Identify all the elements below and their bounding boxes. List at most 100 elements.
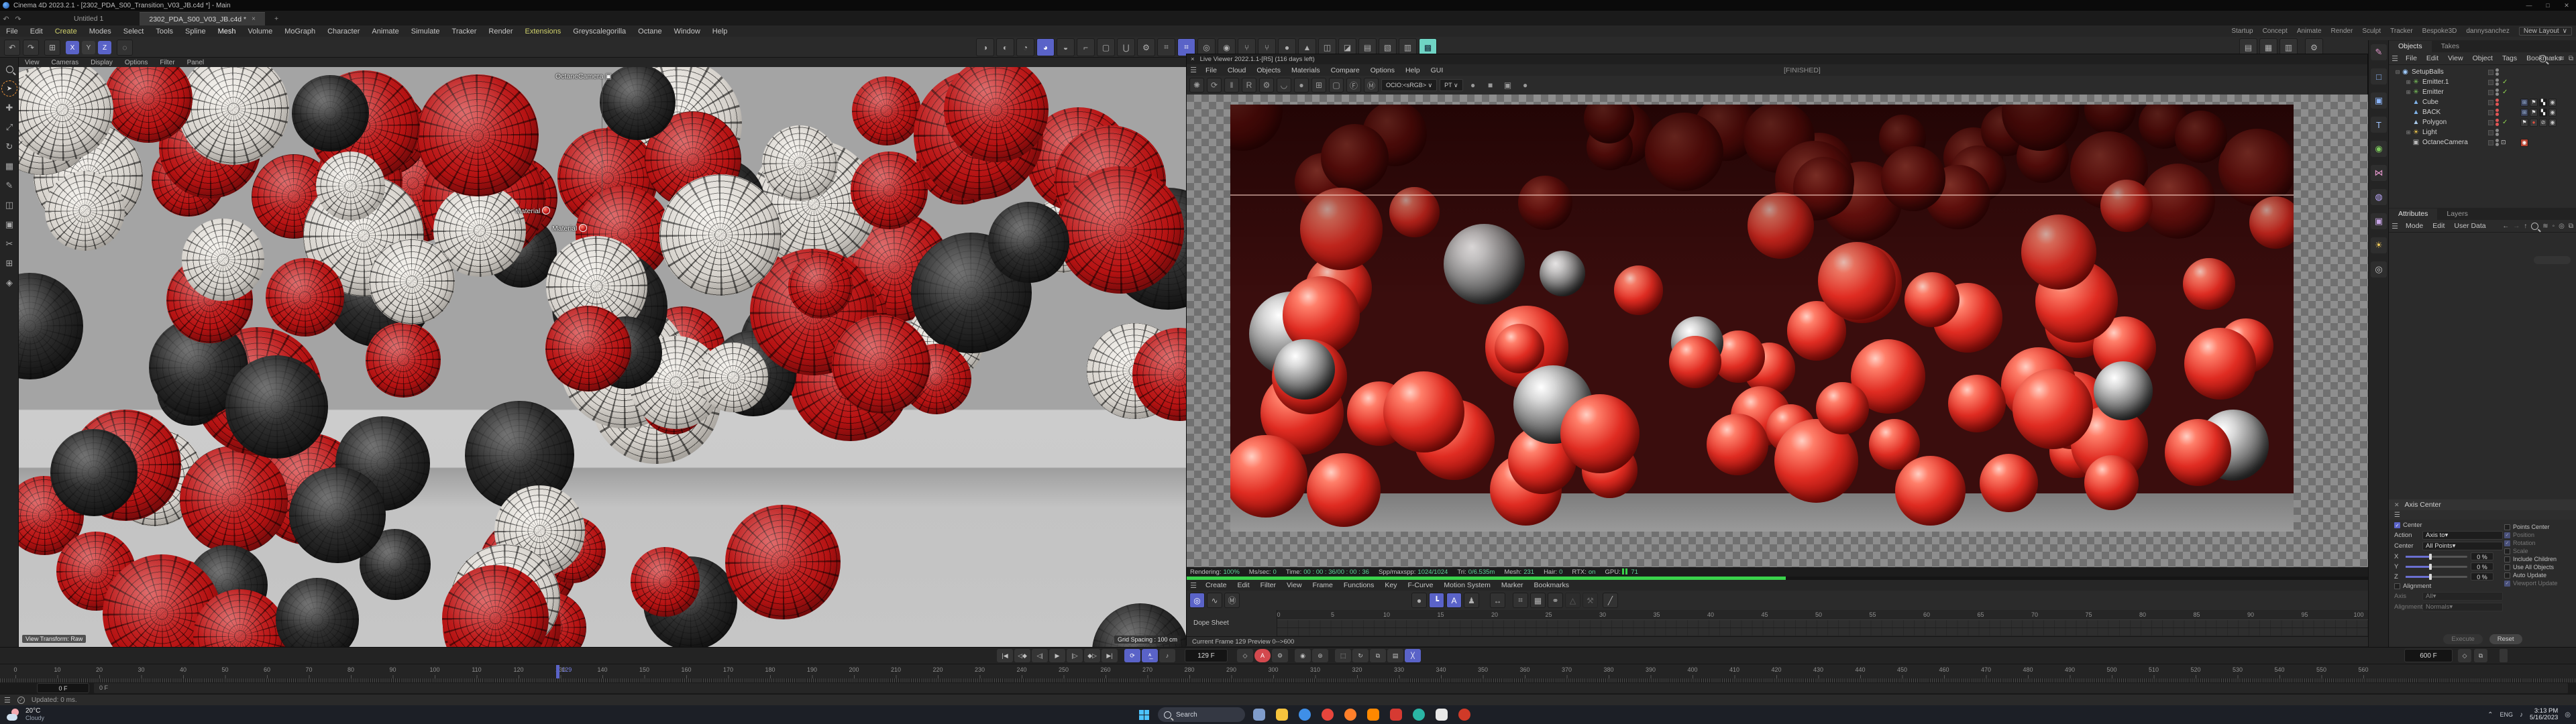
maximize-button[interactable]: □ (2538, 0, 2557, 11)
ds-menu-view[interactable]: View (1281, 581, 1307, 589)
attributes-menu-edit[interactable]: Edit (2428, 222, 2449, 230)
material-tag-label-2[interactable]: Material (552, 224, 587, 233)
expand-panel-icon[interactable]: ⧉ (2569, 223, 2573, 230)
checkbox-icon[interactable] (2504, 548, 2510, 554)
doc-tab-active[interactable]: 2302_PDA_S00_V03_JB.c4d * × (140, 12, 265, 25)
minimize-button[interactable]: — (2520, 0, 2538, 11)
taskbar-app-vlc-player[interactable] (1364, 706, 1382, 723)
rotate-tool[interactable]: ↻ (1, 139, 17, 155)
enabled-check-icon[interactable]: ✓ (2502, 119, 2508, 126)
keyframe-filter-button[interactable]: ╳ (1405, 649, 1421, 662)
knife-tool[interactable]: ✂ (1, 236, 17, 252)
ds-dopesheet-mode-icon[interactable]: ◎ (1189, 593, 1205, 608)
enabled-check-icon[interactable]: ✓ (2502, 78, 2508, 86)
dope-sheet-area[interactable]: Dope Sheet 05101520253035404550556065707… (1187, 610, 2369, 636)
layout-tab-concept[interactable]: Concept (2263, 27, 2288, 35)
checkbox-icon[interactable]: ✓ (2504, 581, 2510, 587)
language-indicator[interactable]: ENG (2500, 711, 2513, 718)
eye-tag-icon[interactable]: ◉ (2548, 119, 2557, 127)
record-keyframe-button[interactable]: ◇ (1237, 649, 1253, 662)
object-row-emitter[interactable]: ⊞✳Emitter✓ (2389, 87, 2576, 97)
taskbar-app-task-view[interactable] (1250, 706, 1268, 723)
toolbar-center-icon-5[interactable]: ◒ (1057, 38, 1075, 56)
tab-close-icon[interactable]: × (252, 15, 256, 23)
object-row-light[interactable]: ⊞☀Light (2389, 127, 2576, 137)
object-row-cube[interactable]: ▲Cube⊞⚑▚◉ (2389, 97, 2576, 107)
ds-character-filter-icon[interactable]: ♟ (1464, 593, 1479, 608)
ds-magnet-icon[interactable]: △ (1565, 593, 1580, 608)
lv-pick-object-icon[interactable]: ▢ (1329, 78, 1344, 93)
create-spline-pen-icon[interactable]: ✎ (2371, 44, 2387, 60)
notifications-icon[interactable]: ◎ (2565, 711, 2571, 719)
record-param-button[interactable]: ↻ (1352, 649, 1368, 662)
toolbar-center-icon-9[interactable]: ⚙ (1137, 38, 1155, 56)
visibility-editor-icon[interactable] (2488, 120, 2493, 125)
scale-tool[interactable]: ⤢ (1, 119, 17, 135)
target-icon[interactable]: ◎ (2559, 223, 2565, 230)
checker-tag-icon[interactable]: ▚ (2539, 99, 2547, 107)
tab-objects[interactable]: Objects (2389, 41, 2432, 52)
option-use-all-objects[interactable]: Use All Objects (2504, 564, 2575, 570)
ds-move-key-icon[interactable]: ↔ (1490, 593, 1505, 608)
search-icon[interactable] (2539, 55, 2546, 62)
layout-tab-startup[interactable]: Startup (2231, 27, 2253, 35)
lv-menu-gui[interactable]: GUI (1426, 66, 1449, 74)
object-row-back[interactable]: ▲BACK⊞⚑▚◉ (2389, 107, 2576, 117)
option-auto-update[interactable]: Auto Update (2504, 572, 2575, 579)
enable-dot-bottom[interactable] (2496, 123, 2499, 126)
texture-tag-icon[interactable]: ● (2530, 119, 2538, 127)
render-canvas[interactable] (1187, 95, 2369, 567)
lv-material-pick-icon[interactable]: Ⓜ (1364, 78, 1379, 93)
ds-animated-filter-icon[interactable]: A (1446, 593, 1462, 608)
object-row-octanecamera[interactable]: ▣OctaneCamera⊡◉ (2389, 137, 2576, 147)
create-text-object-icon[interactable]: T (2371, 117, 2387, 133)
menu-help[interactable]: Help (706, 27, 734, 36)
checkbox-icon[interactable]: ✓ (2394, 522, 2400, 528)
layout-tab-render[interactable]: Render (2331, 27, 2353, 35)
object-row-polygon[interactable]: ▲Polygon✓⚑●⊘◉ (2389, 117, 2576, 127)
lv-lock-icon[interactable]: ◡ (1277, 78, 1291, 93)
viewport-menu-view[interactable]: View (19, 59, 46, 66)
record-position-button[interactable]: ◉ (1295, 649, 1311, 662)
polygon-mode-icon[interactable]: ▣ (1, 217, 17, 233)
objects-menu-view[interactable]: View (2443, 54, 2468, 62)
object-name[interactable]: Emitter (2422, 88, 2444, 96)
objects-menu-edit[interactable]: Edit (2422, 54, 2443, 62)
visibility-editor-icon[interactable] (2488, 70, 2493, 75)
enable-dot-bottom[interactable] (2496, 113, 2499, 116)
lv-octane-logo-icon[interactable]: ✺ (1189, 78, 1204, 93)
ds-motion-mode-icon[interactable]: Ⓜ (1224, 593, 1240, 608)
layout-tab-dannysanchez[interactable]: dannysanchez (2466, 27, 2510, 35)
flag-tag-icon[interactable]: ⚑ (2520, 119, 2528, 127)
flag-tag-icon[interactable]: ⚑ (2530, 99, 2538, 107)
last-tool[interactable]: ▦ (1, 158, 17, 174)
lock-icon[interactable]: ◦ (2553, 223, 2555, 230)
option-scale[interactable]: Scale (2504, 548, 2575, 554)
option-position[interactable]: ✓Position (2504, 532, 2575, 538)
enable-dot-bottom[interactable] (2496, 93, 2499, 96)
objects-menu-object[interactable]: Object (2468, 54, 2498, 62)
viewport-menu-filter[interactable]: Filter (154, 59, 180, 66)
ds-region-icon[interactable]: ⌗ (1513, 593, 1528, 608)
lv-restart-render-icon[interactable]: ⟳ (1207, 78, 1222, 93)
checker-tag-icon[interactable]: ▚ (2539, 109, 2547, 117)
close-button[interactable]: ✕ (2557, 0, 2576, 11)
lv-menu-file[interactable]: File (1200, 66, 1222, 74)
toolbar-center-icon-6[interactable]: ⌐ (1077, 38, 1095, 56)
previous-key-button[interactable]: ◁◆ (1014, 649, 1030, 662)
current-frame-field[interactable]: 129 F (1185, 649, 1228, 662)
move-tool[interactable]: ✚ (1, 100, 17, 116)
history-back-icon[interactable]: ← (2502, 223, 2509, 230)
checkbox-icon[interactable] (2504, 572, 2510, 579)
enable-dot-top[interactable] (2496, 119, 2499, 122)
enable-dot-top[interactable] (2496, 88, 2499, 92)
visibility-editor-icon[interactable] (2488, 90, 2493, 95)
next-key-button[interactable]: ◆▷ (1084, 649, 1100, 662)
object-row-setupballs[interactable]: ⊟◉SetupBalls (2389, 67, 2576, 77)
live-viewer-close-icon[interactable]: × (1191, 56, 1195, 63)
previous-frame-button[interactable]: ◁| (1032, 649, 1048, 662)
viewport-menu-display[interactable]: Display (85, 59, 119, 66)
end-frame-field[interactable]: 600 F (2404, 649, 2453, 662)
flag-tag-icon[interactable]: ⚑ (2530, 109, 2538, 117)
object-name[interactable]: Light (2422, 129, 2437, 136)
